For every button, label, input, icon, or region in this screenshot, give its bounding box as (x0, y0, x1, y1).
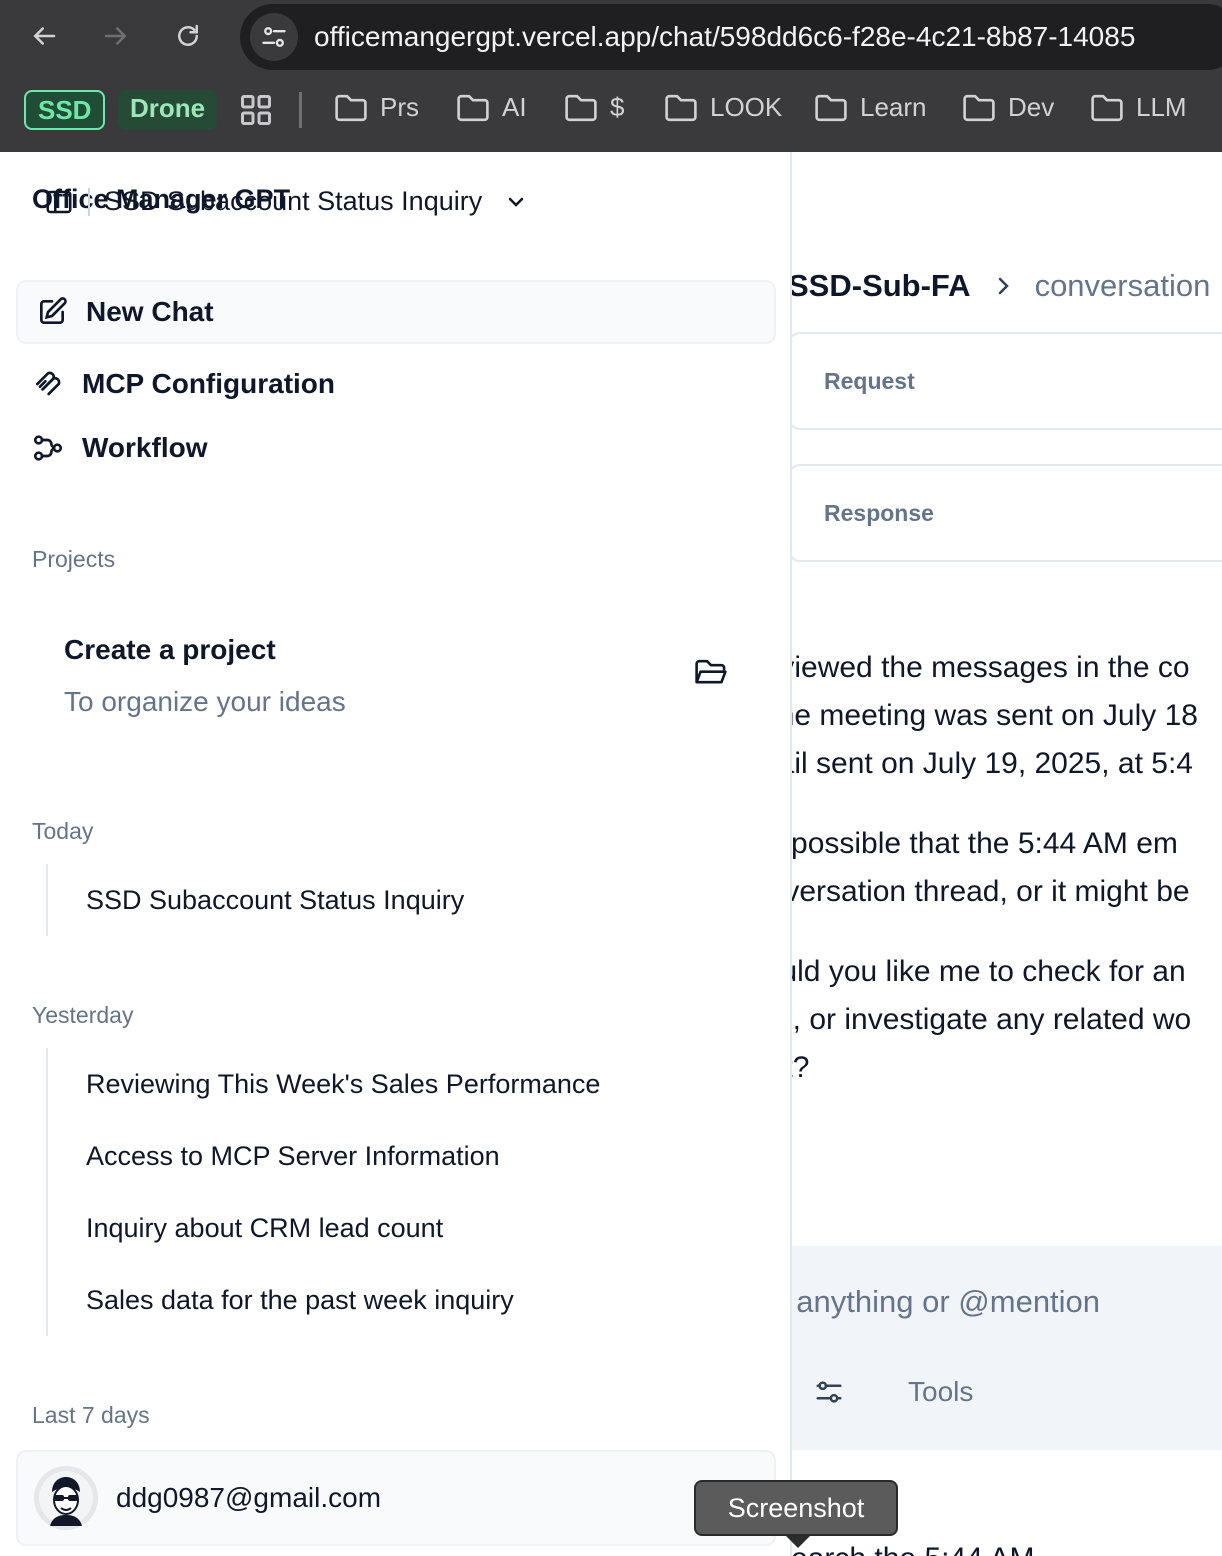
bookmark-folder-learn[interactable]: Learn (814, 92, 927, 123)
chevron-down-icon (508, 197, 524, 207)
chat-history-item[interactable]: SSD Subaccount Status Inquiry (48, 864, 464, 936)
avatar (34, 1466, 98, 1530)
title-divider (88, 187, 90, 216)
screenshot-tooltip: Screenshot (694, 1480, 898, 1536)
group-label-yesterday: Yesterday (32, 1002, 134, 1028)
breadcrumb-main[interactable]: SSD-Sub-FA (788, 268, 971, 304)
folder-icon (1091, 94, 1123, 121)
workflow-icon (34, 435, 62, 461)
bookmark-separator (299, 92, 302, 128)
assistant-message: I reviewed the messages in the co to the… (736, 644, 1222, 1124)
request-panel[interactable]: Request (788, 332, 1222, 430)
chat-history-item[interactable]: Inquiry about CRM lead count (48, 1192, 600, 1264)
response-panel[interactable]: Response (788, 464, 1222, 562)
folder-icon (815, 94, 847, 121)
chat-group-today: SSD Subaccount Status Inquiry (46, 864, 464, 936)
apps-grid-icon[interactable] (238, 92, 274, 128)
edit-icon (40, 297, 67, 324)
sliders-icon[interactable] (814, 1377, 844, 1407)
user-email: ddg0987@gmail.com (116, 1482, 382, 1513)
group-label-last-7-days: Last 7 days (32, 1402, 150, 1428)
folder-icon (335, 94, 367, 121)
back-icon[interactable] (22, 14, 66, 58)
chevron-right-icon (998, 277, 1009, 295)
chat-group-yesterday: Reviewing This Week's Sales Performance … (46, 1048, 600, 1336)
chat-title: SSD Subaccount Status Inquiry (104, 186, 483, 216)
create-project-title: Create a project (64, 634, 276, 665)
response-label: Response (824, 500, 934, 526)
bookmark-folder-look[interactable]: LOOK (664, 92, 782, 123)
url-text: officemangergpt.vercel.app/chat/598dd6c6… (314, 21, 1136, 52)
sidebar: Office Manager GPT SSD Subaccount Status… (0, 152, 792, 1556)
chat-history-item[interactable]: Access to MCP Server Information (48, 1120, 600, 1192)
folder-open-icon (695, 659, 727, 684)
forward-icon[interactable] (94, 14, 138, 58)
breadcrumb-sub[interactable]: conversation (1035, 268, 1211, 304)
create-project[interactable]: Create a project To organize your ideas (64, 634, 346, 718)
folder-icon (565, 94, 597, 121)
user-menu[interactable]: ddg0987@gmail.com (16, 1450, 776, 1546)
projects-label: Projects (32, 546, 116, 572)
bookmark-folder-dev[interactable]: Dev (962, 92, 1054, 123)
folder-icon (457, 94, 489, 121)
bookmark-folder-ai[interactable]: AI (456, 92, 527, 123)
chat-title-dropdown[interactable]: SSD Subaccount Status Inquiry (44, 186, 528, 217)
bookmarks-bar: SSD Drone Prs AI $ LOOK Learn Dev LLM (0, 84, 1222, 136)
bookmark-folder-money[interactable]: $ (564, 92, 624, 123)
group-label-today: Today (32, 818, 94, 844)
message-paragraph: It is possible that the 5:44 AM em conve… (736, 827, 1190, 908)
chat-history-item[interactable]: Sales data for the past week inquiry (48, 1264, 600, 1336)
avatar-icon (39, 1471, 93, 1526)
tooltip-arrow (784, 1534, 812, 1548)
folder-icon (665, 94, 697, 121)
sidebar-item-workflow[interactable]: Workflow (32, 432, 207, 464)
bookmark-folder-llm[interactable]: LLM (1090, 92, 1187, 123)
sidebar-toggle-icon[interactable] (44, 187, 74, 217)
reload-icon[interactable] (166, 14, 210, 58)
browser-chrome: officemangergpt.vercel.app/chat/598dd6c6… (0, 0, 1222, 152)
new-chat-button[interactable]: New Chat (16, 280, 776, 344)
message-paragraph: I reviewed the messages in the co to the… (736, 651, 1198, 780)
bookmark-ssd[interactable]: SSD (24, 90, 106, 130)
site-settings-icon[interactable] (250, 13, 298, 61)
sidebar-item-mcp-configuration[interactable]: MCP Configuration (32, 368, 335, 400)
create-project-subtitle: To organize your ideas (64, 686, 346, 717)
request-label: Request (824, 368, 915, 394)
tools-button[interactable]: Tools (908, 1376, 973, 1408)
folder-icon (963, 94, 995, 121)
bookmark-drone[interactable]: Drone (118, 90, 218, 130)
new-chat-label: New Chat (86, 296, 214, 327)
chat-history-item[interactable]: Reviewing This Week's Sales Performance (48, 1048, 600, 1120)
message-paragraph: Would you like me to check for an time, … (736, 955, 1192, 1084)
mcp-icon (36, 371, 61, 396)
bookmark-folder-prs[interactable]: Prs (334, 92, 419, 123)
address-bar[interactable]: officemangergpt.vercel.app/chat/598dd6c6… (240, 4, 1222, 70)
breadcrumb: SSD-Sub-FA conversation (788, 268, 1210, 304)
